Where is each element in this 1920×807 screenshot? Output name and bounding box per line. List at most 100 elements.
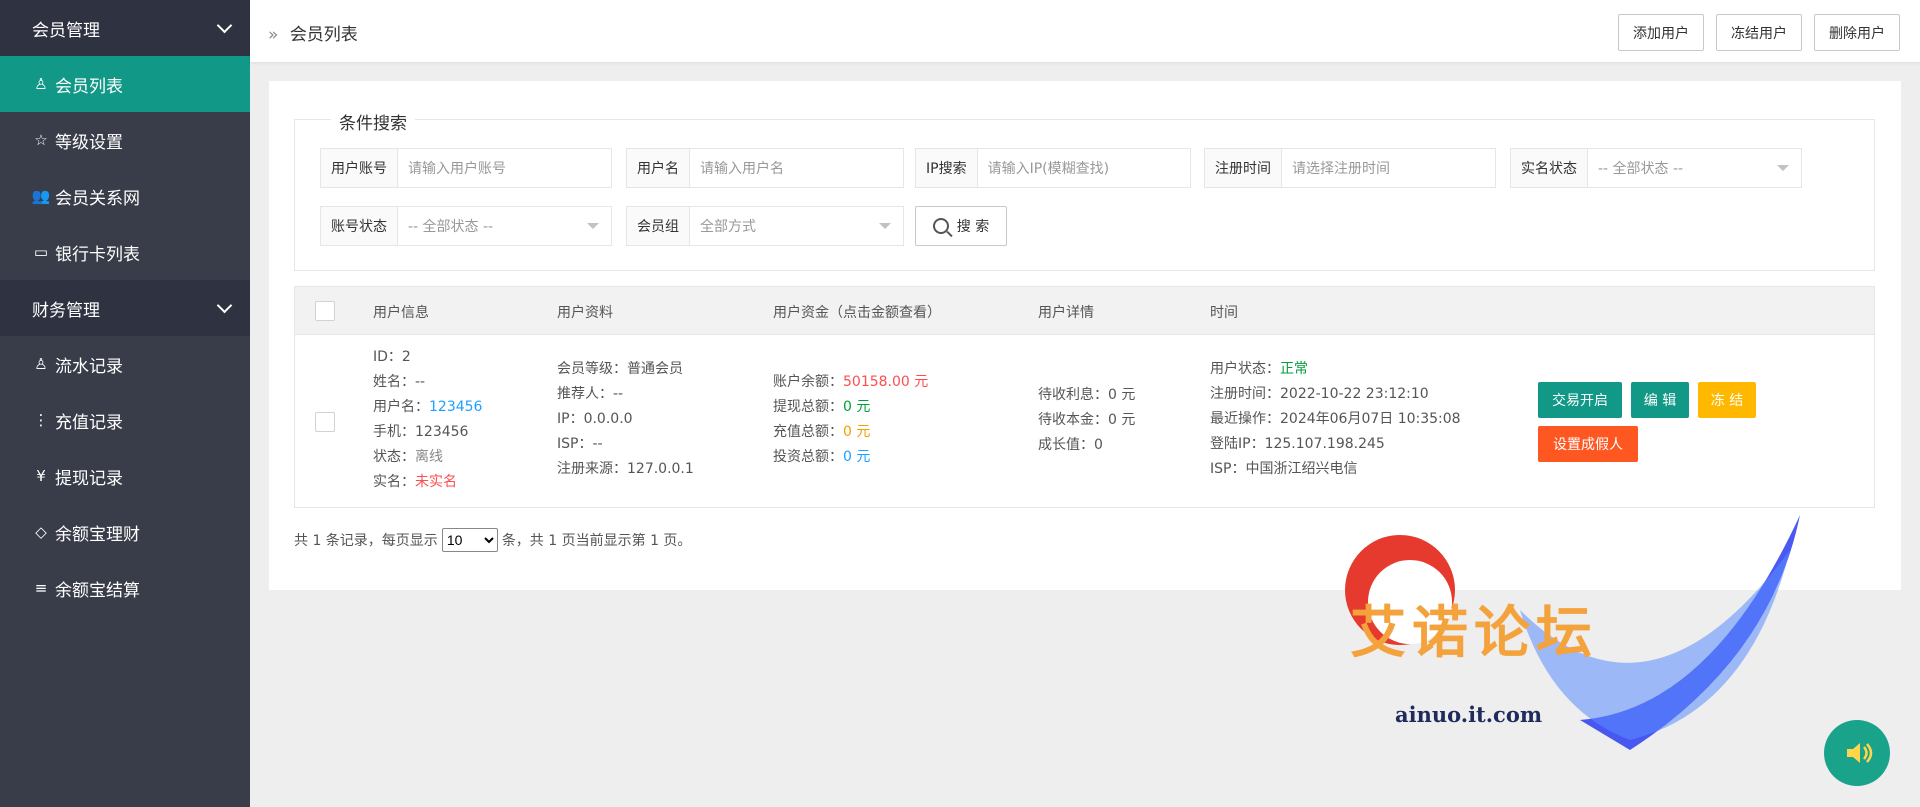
server-icon: ≡ [34,579,48,597]
freeze-user-button[interactable]: 冻结用户 [1716,14,1802,51]
enable-trading-button[interactable]: 交易开启 [1538,382,1622,418]
account-status-select[interactable]: 账号状态 -- 全部状态 -- [320,206,612,246]
menu-group-label: 财务管理 [32,300,100,321]
status-label: 状态： [373,449,415,465]
username-label: 用户名： [373,399,429,415]
row-checkbox[interactable] [315,412,335,432]
delete-user-button[interactable]: 删除用户 [1814,14,1900,51]
sidebar: 会员管理 ♙ 会员列表 ☆ 等级设置 👥 会员关系网 ▭ 银行卡列表 财务管理 … [0,0,250,807]
star-icon: ☆ [34,131,48,149]
sidebar-item-label: 余额宝理财 [55,524,140,545]
edit-button[interactable]: 编 辑 [1631,382,1689,418]
diamond-icon: ◇ [35,523,47,541]
pager-prefix: 共 1 条记录，每页显示 [294,533,438,549]
caret-down-icon [879,223,891,229]
user-time-cell: 用户状态：正常 注册时间：2022-10-22 23:12:10 最近操作：20… [1210,357,1461,482]
caret-down-icon [587,223,599,229]
add-user-button[interactable]: 添加用户 [1618,14,1704,51]
speaker-float-button[interactable] [1824,720,1890,786]
state-value: 正常 [1280,361,1308,377]
set-fake-user-button[interactable]: 设置成假人 [1538,426,1638,462]
select-value: -- 全部状态 -- [408,219,494,235]
user-icon: ♙ [34,75,48,93]
username-field[interactable]: 用户名 请输入用户名 [626,148,904,188]
page-size-select[interactable]: 10 [441,528,498,552]
freeze-button[interactable]: 冻 结 [1698,382,1756,418]
invest-value[interactable]: 0 元 [843,449,870,465]
field-label: 用户名 [627,149,690,187]
menu-group-finance[interactable]: 财务管理 [0,280,250,336]
pager-suffix: 条，共 1 页当前显示第 1 页。 [501,533,692,549]
ip-input[interactable]: 请输入IP(模糊查找) [978,149,1190,187]
recharge-value[interactable]: 0 元 [843,424,870,440]
username-link[interactable]: 123456 [429,399,482,415]
username-input[interactable]: 请输入用户名 [690,149,903,187]
register-time-field[interactable]: 注册时间 请选择注册时间 [1204,148,1496,188]
account-status-value[interactable]: -- 全部状态 -- [398,207,611,245]
breadcrumb: » 会员列表 [268,20,358,45]
member-group-value[interactable]: 全部方式 [690,207,903,245]
field-label: 账号状态 [321,207,398,245]
field-label: 注册时间 [1205,149,1282,187]
credit-card-icon: ▭ [33,243,49,261]
pagination: 共 1 条记录，每页显示 10 条，共 1 页当前显示第 1 页。 [294,528,691,552]
search-button-label: 搜 索 [956,219,990,235]
sidebar-item-yuebao-settlement[interactable]: ≡ 余额宝结算 [0,560,250,616]
search-legend: 条件搜索 [331,109,415,134]
sidebar-item-label: 余额宝结算 [55,580,140,601]
growth-value: 成长值：0 [1038,437,1103,453]
member-group-select[interactable]: 会员组 全部方式 [626,206,904,246]
sidebar-item-recharge[interactable]: ⋮ 充值记录 [0,392,250,448]
sidebar-item-withdraw[interactable]: ¥ 提现记录 [0,448,250,504]
recharge-total: 充值总额：0 元 [773,420,928,445]
user-username: 用户名：123456 [373,395,482,420]
column-header: 用户详情 [1038,305,1094,321]
user-phone: 手机：123456 [373,424,469,440]
field-label: 实名状态 [1511,149,1588,187]
status-value: 离线 [415,449,443,465]
register-time-input[interactable]: 请选择注册时间 [1282,149,1495,187]
referrer: 推荐人：-- [557,386,624,402]
search-button[interactable]: 搜 索 [915,206,1007,246]
user-details-cell: 待收利息：0 元 待收本金：0 元 成长值：0 [1038,383,1135,458]
user-realname: 实名：未实名 [373,470,482,495]
pending-interest: 待收利息：0 元 [1038,387,1136,403]
sidebar-item-bank-cards[interactable]: ▭ 银行卡列表 [0,224,250,280]
select-all-checkbox[interactable] [315,301,335,321]
pending-principal: 待收本金：0 元 [1038,412,1136,428]
balance: 账户余额：50158.00 元 [773,370,928,395]
withdraw-total: 提现总额：0 元 [773,395,928,420]
account-field[interactable]: 用户账号 请输入用户账号 [320,148,612,188]
ip-field[interactable]: IP搜索 请输入IP(模糊查找) [915,148,1191,188]
chevron-down-icon [216,297,233,314]
chevron-down-icon [216,17,233,34]
sidebar-item-member-list[interactable]: ♙ 会员列表 [0,56,250,112]
account-input[interactable]: 请输入用户账号 [398,149,611,187]
realname-status-select[interactable]: 实名状态 -- 全部状态 -- [1510,148,1802,188]
time-isp: ISP：中国浙江绍兴电信 [1210,461,1358,477]
sidebar-item-label: 银行卡列表 [55,244,140,265]
user-icon: ♙ [34,355,48,373]
sidebar-item-level-settings[interactable]: ☆ 等级设置 [0,112,250,168]
field-label: 会员组 [627,207,690,245]
withdraw-value[interactable]: 0 元 [843,399,870,415]
speaker-icon [1847,743,1873,763]
yen-icon: ¥ [36,467,46,485]
sidebar-item-label: 会员关系网 [55,188,140,209]
invest-label: 投资总额： [773,449,843,465]
more-vertical-icon: ⋮ [33,411,49,429]
field-label: IP搜索 [916,149,978,187]
sidebar-item-member-network[interactable]: 👥 会员关系网 [0,168,250,224]
member-level: 会员等级：普通会员 [557,361,683,377]
user-id: ID：2 [373,349,411,365]
search-icon [932,218,949,234]
withdraw-label: 提现总额： [773,399,843,415]
user-status: 状态：离线 [373,445,482,470]
realname-status-value[interactable]: -- 全部状态 -- [1588,149,1801,187]
sidebar-item-transactions[interactable]: ♙ 流水记录 [0,336,250,392]
user-profile-cell: 会员等级：普通会员 推荐人：-- IP：0.0.0.0 ISP：-- 注册来源：… [557,357,694,482]
user-name: 姓名：-- [373,374,426,390]
sidebar-item-yuebao-finance[interactable]: ◇ 余额宝理财 [0,504,250,560]
balance-value[interactable]: 50158.00 元 [843,374,928,390]
menu-group-member[interactable]: 会员管理 [0,0,250,56]
